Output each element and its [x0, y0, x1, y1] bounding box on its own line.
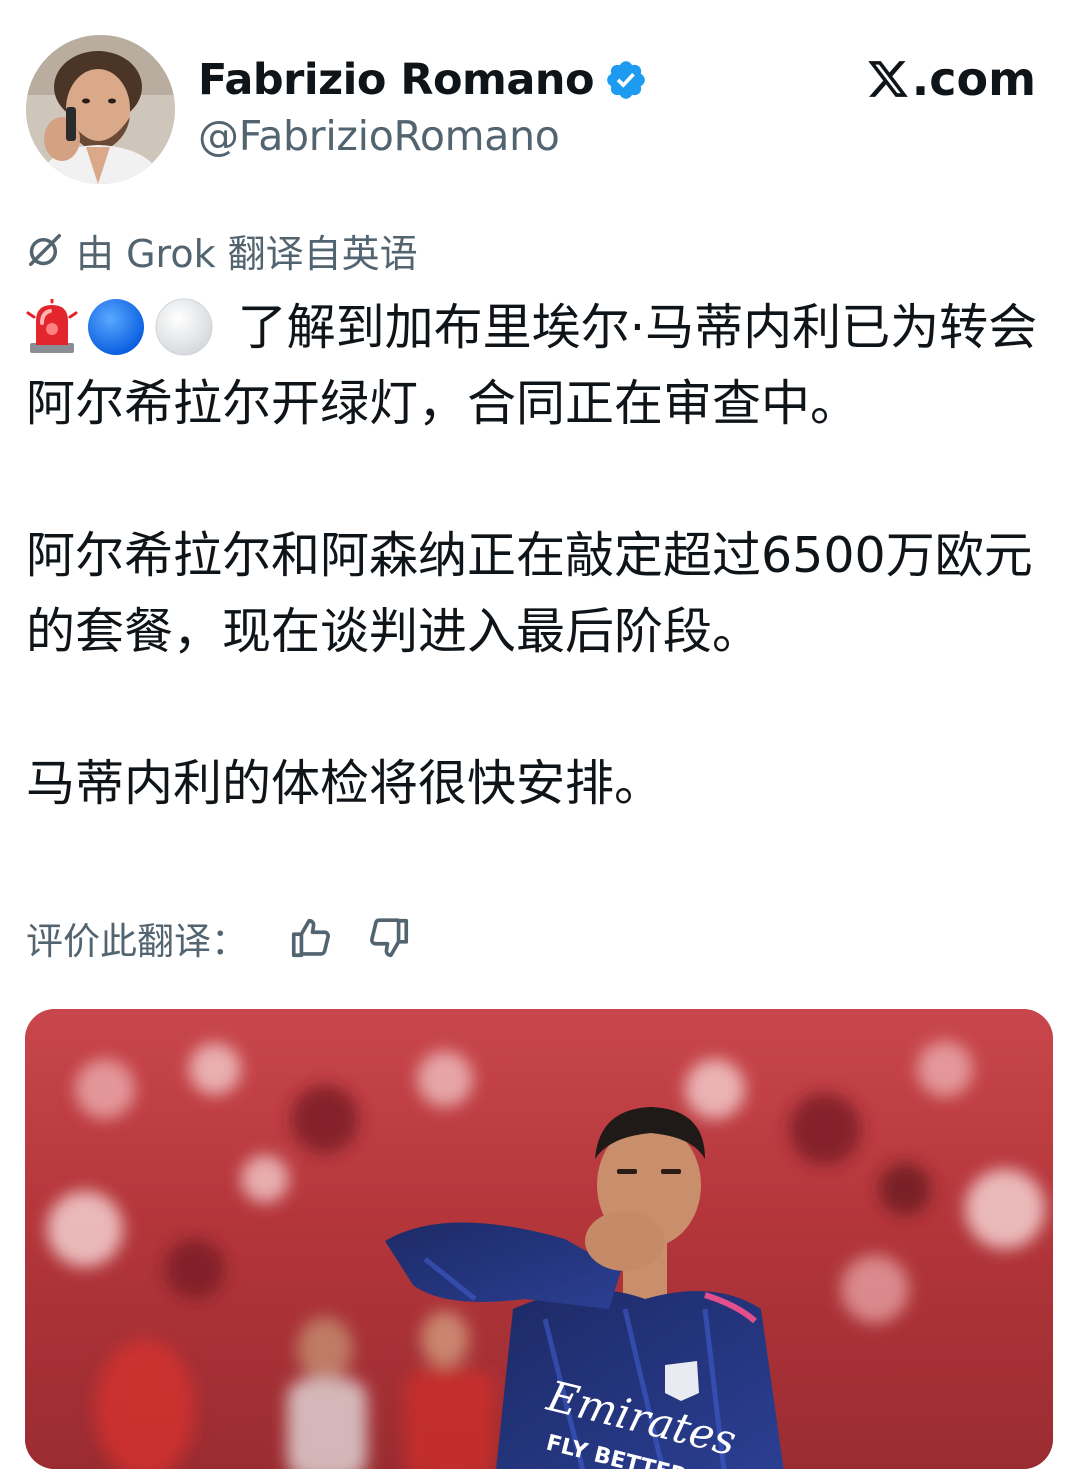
tweet-paragraph-3: 马蒂内利的体检将很快安排。	[26, 755, 664, 812]
rate-translation: 评价此翻译：	[26, 908, 412, 968]
white-circle-icon	[154, 297, 214, 357]
display-name[interactable]: Fabrizio Romano	[198, 55, 595, 105]
thumbs-up-icon[interactable]	[288, 915, 334, 961]
x-logo-icon	[866, 57, 910, 101]
tweet-paragraph-2: 阿尔希拉尔和阿森纳正在敲定超过6500万欧元的套餐，现在谈判进入最后阶段。	[26, 527, 1033, 660]
tweet-paragraph-1: 了解到加布里埃尔·马蒂内利已为转会阿尔希拉尔开绿灯，合同正在审查中。	[26, 290, 1056, 442]
tweet-text: 了解到加布里埃尔·马蒂内利已为转会阿尔希拉尔开绿灯，合同正在审查中。 阿尔希拉尔…	[26, 290, 1056, 822]
blue-circle-icon	[86, 297, 146, 357]
avatar[interactable]	[26, 35, 175, 184]
rate-translation-label: 评价此翻译：	[26, 920, 248, 963]
thumbs-down-icon[interactable]	[366, 915, 412, 961]
x-brand-logo: .com	[866, 52, 1036, 106]
verified-badge-icon	[604, 58, 648, 102]
tweet-media-image[interactable]: Emirates FLY BETTER	[25, 1009, 1053, 1469]
name-row: Fabrizio Romano	[198, 50, 648, 110]
grok-icon	[26, 231, 64, 269]
siren-icon	[26, 298, 78, 355]
brand-domain: .com	[911, 52, 1036, 106]
translation-note-text: 由 Grok 翻译自英语	[76, 231, 418, 276]
tweet-header: Fabrizio Romano @FabrizioRomano .com	[0, 0, 1080, 190]
user-handle[interactable]: @FabrizioRomano	[198, 112, 560, 160]
translation-note: 由 Grok 翻译自英语	[26, 222, 418, 278]
